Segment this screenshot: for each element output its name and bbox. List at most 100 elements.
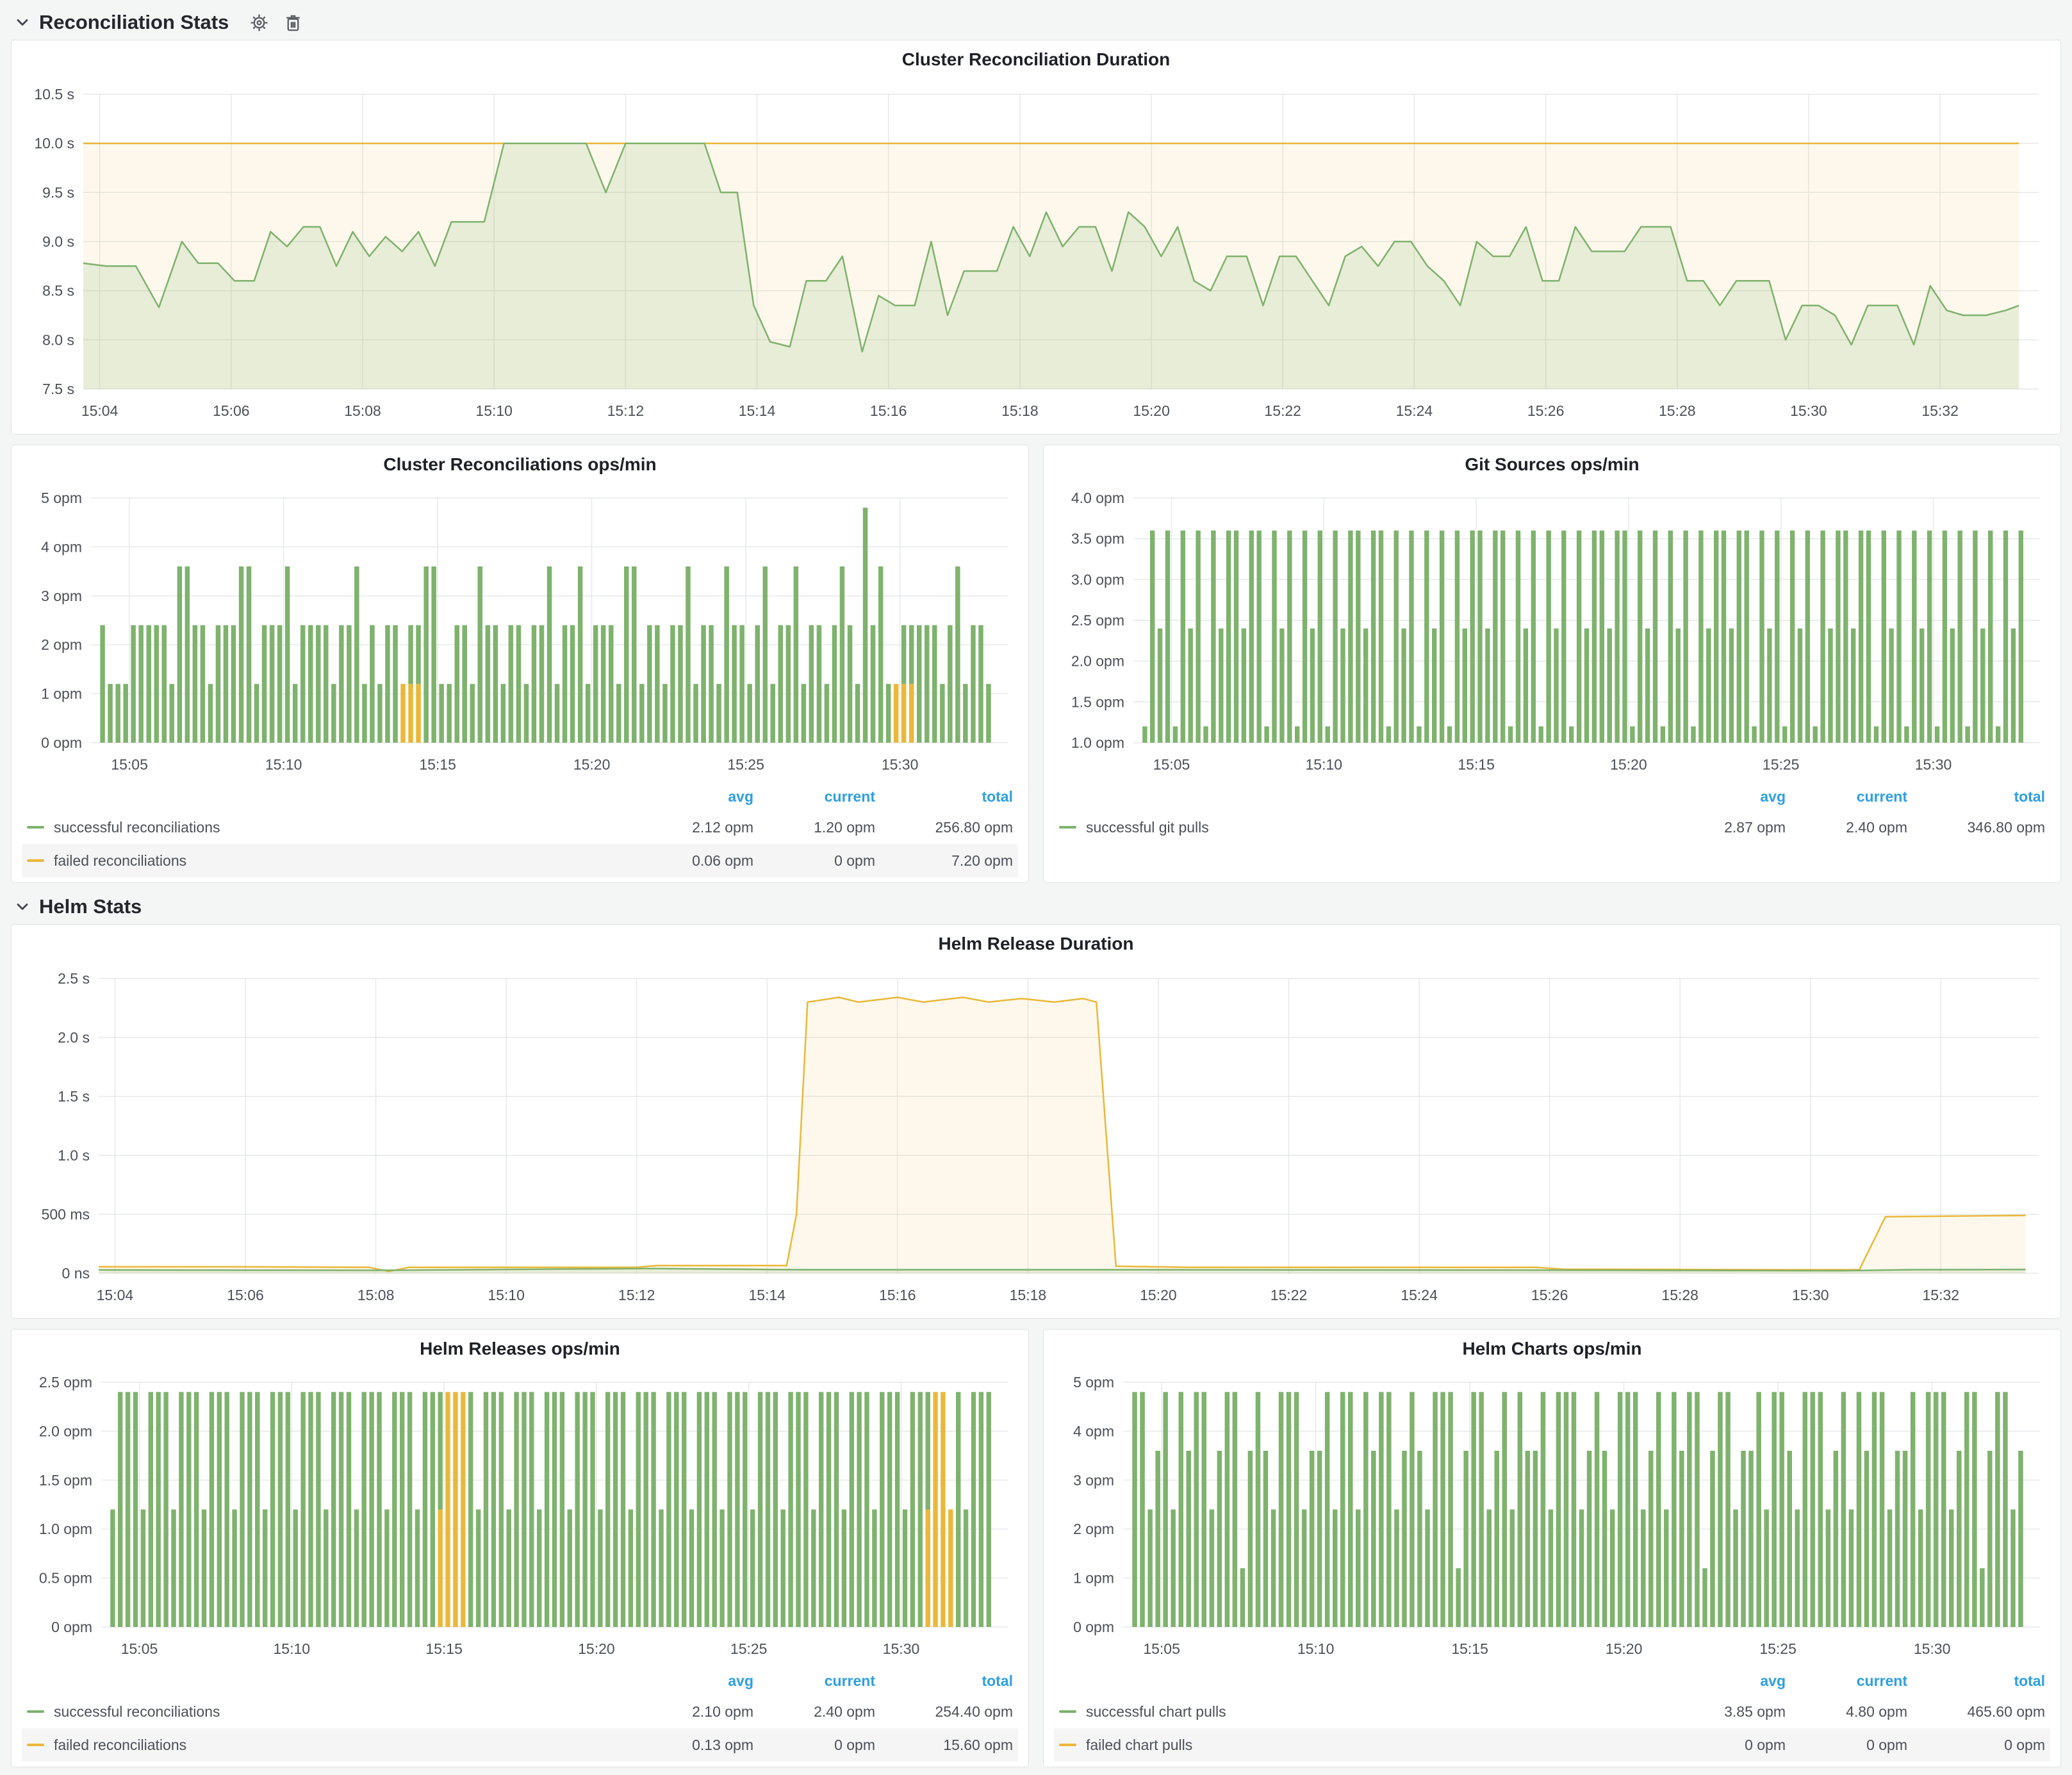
legend-col-avg[interactable]: avg: [632, 1672, 753, 1690]
legend-item[interactable]: successful reconciliations: [27, 1703, 632, 1721]
legend-label[interactable]: successful reconciliations: [54, 1703, 220, 1721]
svg-text:15:20: 15:20: [1140, 1287, 1177, 1303]
panel-title[interactable]: Git Sources ops/min: [1054, 450, 2050, 480]
legend-item[interactable]: failed reconciliations: [27, 1737, 632, 1754]
stat-total: 254.40 opm: [875, 1703, 1013, 1721]
trash-icon[interactable]: [283, 13, 303, 33]
series-swatch-green: [27, 1710, 44, 1713]
section-title[interactable]: Helm Stats: [39, 895, 142, 918]
svg-text:3.5 opm: 3.5 opm: [1071, 531, 1124, 547]
stat-current: 2.40 opm: [1786, 819, 1907, 836]
legend-col-total[interactable]: total: [1907, 1672, 2045, 1690]
panel-title[interactable]: Cluster Reconciliations ops/min: [22, 450, 1018, 480]
legend: avg current total successful reconciliat…: [22, 1667, 1018, 1762]
svg-text:2.5 opm: 2.5 opm: [1071, 612, 1124, 629]
svg-text:8.0 s: 8.0 s: [42, 331, 74, 348]
legend-col-total[interactable]: total: [875, 788, 1013, 805]
legend-item[interactable]: successful chart pulls: [1059, 1703, 1664, 1721]
svg-text:15:12: 15:12: [607, 402, 645, 419]
stat-current: 1.20 opm: [753, 819, 875, 836]
gear-icon[interactable]: [249, 13, 269, 33]
svg-text:15:16: 15:16: [870, 402, 907, 419]
svg-text:15:15: 15:15: [419, 756, 456, 773]
legend-col-total[interactable]: total: [875, 1672, 1013, 1690]
svg-text:1.5 opm: 1.5 opm: [39, 1472, 92, 1489]
legend-item[interactable]: failed chart pulls: [1059, 1737, 1664, 1754]
legend-col-current[interactable]: current: [1786, 788, 1907, 805]
svg-text:7.5 s: 7.5 s: [42, 381, 74, 397]
helm-charts-opm-chart[interactable]: 15:0515:1015:1515:2015:2515:300 opm1 opm…: [1054, 1364, 2049, 1665]
legend-header-row: avg current total: [22, 782, 1018, 811]
svg-text:15:05: 15:05: [111, 756, 148, 773]
legend-label[interactable]: failed reconciliations: [54, 852, 186, 870]
legend: avg current total successful chart pulls…: [1054, 1667, 2050, 1762]
svg-text:15:15: 15:15: [1458, 756, 1495, 773]
stat-current: 2.40 opm: [753, 1703, 875, 1721]
svg-text:15:30: 15:30: [883, 1640, 920, 1657]
panel-title[interactable]: Helm Release Duration: [22, 930, 2050, 959]
svg-text:0 opm: 0 opm: [1073, 1619, 1114, 1635]
legend-label[interactable]: successful git pulls: [1086, 819, 1209, 836]
git-sources-opm-chart[interactable]: 15:0515:1015:1515:2015:2515:301.0 opm1.5…: [1054, 480, 2049, 781]
legend-header-row: avg current total: [1054, 782, 2050, 811]
legend-col-avg[interactable]: avg: [632, 788, 753, 805]
panel-title[interactable]: Helm Releases ops/min: [22, 1335, 1018, 1364]
svg-text:0 opm: 0 opm: [51, 1619, 92, 1635]
legend-col-avg[interactable]: avg: [1664, 788, 1786, 805]
svg-text:2.0 opm: 2.0 opm: [39, 1423, 92, 1439]
legend-item[interactable]: successful git pulls: [1059, 819, 1664, 836]
stat-avg: 2.10 opm: [632, 1703, 753, 1721]
section-title[interactable]: Reconciliation Stats: [39, 11, 229, 34]
stat-total: 256.80 opm: [875, 819, 1013, 836]
stat-avg: 3.85 opm: [1664, 1703, 1786, 1721]
chevron-down-icon[interactable]: [13, 13, 31, 31]
legend-item[interactable]: successful reconciliations: [27, 819, 632, 836]
helm-releases-opm-chart[interactable]: 15:0515:1015:1515:2015:2515:300 opm0.5 o…: [22, 1364, 1017, 1665]
legend-header-row: avg current total: [22, 1667, 1018, 1695]
svg-text:15:32: 15:32: [1923, 1287, 1960, 1303]
chevron-down-icon[interactable]: [13, 898, 31, 916]
legend-col-total[interactable]: total: [1907, 788, 2045, 805]
svg-text:5 opm: 5 opm: [1073, 1374, 1114, 1391]
svg-text:15:30: 15:30: [1790, 402, 1827, 419]
panel-cluster-reconciliation-duration: Cluster Reconciliation Duration 15:0415:…: [11, 40, 2061, 434]
legend-col-current[interactable]: current: [753, 788, 875, 805]
series-swatch-green: [27, 826, 44, 829]
svg-text:15:26: 15:26: [1527, 402, 1565, 419]
legend-col-avg[interactable]: avg: [1664, 1672, 1786, 1690]
cluster-reconciliations-opm-chart[interactable]: 15:0515:1015:1515:2015:2515:300 opm1 opm…: [22, 480, 1017, 781]
helm-release-duration-chart[interactable]: 15:0415:0615:0815:1015:1215:1415:1615:18…: [22, 959, 2049, 1313]
legend-col-current[interactable]: current: [753, 1672, 875, 1690]
legend-label[interactable]: successful reconciliations: [54, 819, 220, 836]
svg-text:3.0 opm: 3.0 opm: [1071, 571, 1124, 588]
svg-text:15:05: 15:05: [1153, 756, 1190, 773]
stat-total: 465.60 opm: [1907, 1703, 2045, 1721]
legend-item[interactable]: failed reconciliations: [27, 852, 632, 870]
svg-text:15:16: 15:16: [879, 1287, 916, 1303]
svg-text:15:10: 15:10: [488, 1287, 525, 1303]
legend-label[interactable]: failed chart pulls: [1086, 1737, 1192, 1754]
svg-text:15:20: 15:20: [578, 1640, 615, 1657]
svg-text:15:15: 15:15: [425, 1640, 463, 1657]
stat-avg: 0.13 opm: [632, 1737, 753, 1754]
svg-text:15:08: 15:08: [358, 1287, 395, 1303]
svg-text:1.0 opm: 1.0 opm: [39, 1521, 92, 1537]
legend-label[interactable]: failed reconciliations: [54, 1737, 186, 1754]
legend-header-row: avg current total: [1054, 1667, 2050, 1695]
series-swatch-yellow: [27, 1744, 44, 1746]
stat-avg: 2.12 opm: [632, 819, 753, 836]
cluster-reconciliation-duration-chart[interactable]: 15:0415:0615:0815:1015:1215:1415:1615:18…: [22, 75, 2049, 429]
stat-current: 0 opm: [753, 1737, 875, 1754]
svg-text:15:26: 15:26: [1531, 1287, 1568, 1303]
panel-title[interactable]: Cluster Reconciliation Duration: [22, 45, 2050, 75]
panel-row-ops: Cluster Reconciliations ops/min 15:0515:…: [11, 445, 2061, 883]
svg-text:15:22: 15:22: [1264, 402, 1301, 419]
svg-text:2.0 s: 2.0 s: [58, 1029, 90, 1046]
legend-label[interactable]: successful chart pulls: [1086, 1703, 1226, 1721]
panel-title[interactable]: Helm Charts ops/min: [1054, 1335, 2050, 1364]
svg-text:15:12: 15:12: [618, 1287, 655, 1303]
svg-text:15:30: 15:30: [1914, 1640, 1951, 1657]
svg-text:15:20: 15:20: [573, 756, 611, 773]
legend-col-current[interactable]: current: [1786, 1672, 1907, 1690]
svg-text:10.0 s: 10.0 s: [34, 135, 74, 152]
